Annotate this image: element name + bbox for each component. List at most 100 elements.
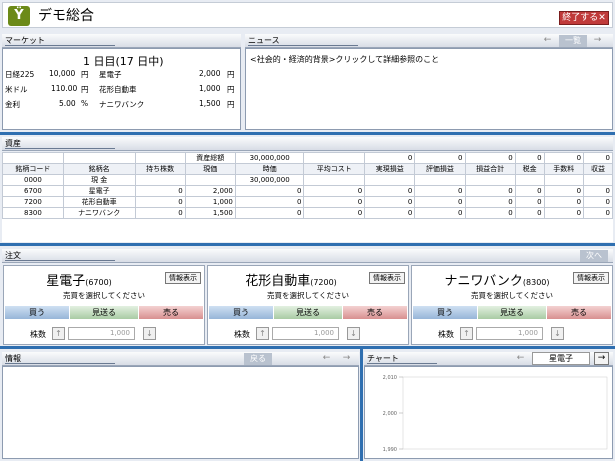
qty-input[interactable]: 1,000 (272, 327, 339, 340)
column-header: 持ち株数 (134, 163, 186, 175)
cell: 0 (303, 185, 366, 197)
cell: 0 (134, 207, 186, 219)
chart-canvas: 2,010 2,000 1,990 (383, 375, 608, 453)
chart-prev-icon[interactable]: ← (514, 353, 527, 365)
stock-unit: 円 (227, 100, 235, 109)
cell: 1,500 (184, 207, 236, 219)
cell: 0 (583, 207, 613, 219)
buy-button[interactable]: 買う (413, 306, 477, 319)
qty-down-icon[interactable]: ↓ (551, 327, 564, 340)
y-tick-label: 1,990 (383, 447, 397, 453)
qty-input[interactable]: 1,000 (68, 327, 135, 340)
order-stock-label: 星電子 (46, 274, 86, 289)
info-button[interactable]: 情報表示 (573, 272, 609, 284)
exit-button[interactable]: 終了する✕ (559, 11, 609, 25)
divider (0, 132, 615, 135)
news-next-icon[interactable]: → (591, 35, 604, 47)
info-next-icon[interactable]: → (340, 353, 353, 365)
market-day-label: 1 日目(17 日中) (83, 55, 164, 68)
divider (0, 243, 615, 246)
cell: 7200 (2, 196, 64, 208)
order-button-row: 買う 見送る 売る (412, 306, 612, 320)
qty-up-icon[interactable]: ↑ (256, 327, 269, 340)
qty-up-icon[interactable]: ↑ (52, 327, 65, 340)
order-stock-code: (8300) (522, 278, 550, 287)
hold-button[interactable]: 見送る (274, 306, 342, 319)
hold-button[interactable]: 見送る (70, 306, 138, 319)
qty-input[interactable]: 1,000 (476, 327, 543, 340)
cell (303, 174, 366, 186)
order-stock-label: ナニワバンク (444, 274, 523, 289)
column-header: 銘柄コード (2, 163, 64, 175)
info-button[interactable]: 情報表示 (369, 272, 405, 284)
news-list-button[interactable]: 一覧 (559, 35, 587, 47)
cell: 0 (543, 185, 585, 197)
assets-header: 資産 (2, 137, 613, 151)
total-cell: 0 (364, 152, 416, 164)
info-back-button[interactable]: 戻る (244, 353, 272, 365)
cell: 0 (234, 185, 305, 197)
column-header: 平均コスト (303, 163, 366, 175)
cell: 0 (234, 207, 305, 219)
order-stock-name: ナニワバンク(8300) (422, 270, 572, 289)
order-card: 花形自動車(7200) 情報表示 売買を選択してください 買う 見送る 売る 株… (207, 265, 409, 345)
cell: 0 (234, 196, 305, 208)
total-cell: 0 (464, 152, 516, 164)
qty-down-icon[interactable]: ↓ (143, 327, 156, 340)
cell: 0 (414, 185, 466, 197)
info-prev-icon[interactable]: ← (320, 353, 333, 365)
y-tick-label: 2,010 (383, 375, 397, 381)
title-bar: Ÿ デモ総合 終了する✕ (2, 2, 613, 28)
cell: 0 (303, 196, 366, 208)
cell: ナニワバンク (62, 207, 136, 219)
cell (364, 174, 416, 186)
market-panel: 1 日目(17 日中) 日経225 10,000 円 米ドル 110.00 円 … (2, 48, 241, 130)
qty-down-icon[interactable]: ↓ (347, 327, 360, 340)
cell: 0 (464, 207, 516, 219)
vertical-divider (360, 349, 363, 461)
chart-stock-select[interactable]: 星電子 (532, 352, 590, 365)
news-text[interactable]: <社会的・経済的背景>クリックして詳細参照のこと (250, 54, 439, 65)
cell: 0000 (2, 174, 64, 186)
cell (134, 174, 186, 186)
news-prev-icon[interactable]: ← (541, 35, 554, 47)
total-cell: 0 (543, 152, 585, 164)
sell-button[interactable]: 売る (547, 306, 611, 319)
cell: 30,000,000 (234, 174, 305, 186)
cell: 6700 (2, 185, 64, 197)
order-card: 星電子(6700) 情報表示 売買を選択してください 買う 見送る 売る 株数 … (3, 265, 205, 345)
order-stock-code: (7200) (310, 278, 337, 287)
y-tick-label: 2,000 (383, 411, 397, 417)
qty-row: 株数 ↑ 1,000 ↓ (412, 324, 612, 344)
hold-button[interactable]: 見送る (478, 306, 546, 319)
indicator-unit: 円 (81, 85, 89, 94)
order-button-row: 買う 見送る 売る (208, 306, 408, 320)
buy-button[interactable]: 買う (209, 306, 273, 319)
cell: 0 (464, 185, 516, 197)
y-ticks: 2,010 2,000 1,990 (383, 375, 403, 453)
cell (414, 174, 466, 186)
sell-button[interactable]: 売る (343, 306, 407, 319)
sell-button[interactable]: 売る (139, 306, 203, 319)
buy-button[interactable]: 買う (5, 306, 69, 319)
qty-up-icon[interactable]: ↑ (460, 327, 473, 340)
cell: 1,000 (184, 196, 236, 208)
cell: 0 (514, 207, 545, 219)
column-header: 時価 (234, 163, 305, 175)
cell: 0 (464, 196, 516, 208)
news-header: ニュース ← 一覧 → (245, 34, 613, 48)
order-stock-name: 星電子(6700) (4, 270, 154, 289)
stock-price: 2,000 (199, 69, 221, 78)
cell: 0 (134, 185, 186, 197)
stock-price: 1,500 (199, 99, 221, 108)
chart-header: チャート ← 星電子 → (364, 352, 613, 366)
cell (583, 174, 613, 186)
orders-next-button[interactable]: 次へ (580, 250, 608, 262)
info-button[interactable]: 情報表示 (165, 272, 201, 284)
chart-next-icon[interactable]: → (594, 352, 609, 365)
info-panel (2, 366, 359, 459)
table-header-row: 銘柄コード 銘柄名 持ち株数 現価 時価 平均コスト 実現損益 評価損益 損益合… (2, 163, 613, 175)
cell: 0 (514, 185, 545, 197)
cell: 0 (514, 196, 545, 208)
cell: 0 (414, 196, 466, 208)
